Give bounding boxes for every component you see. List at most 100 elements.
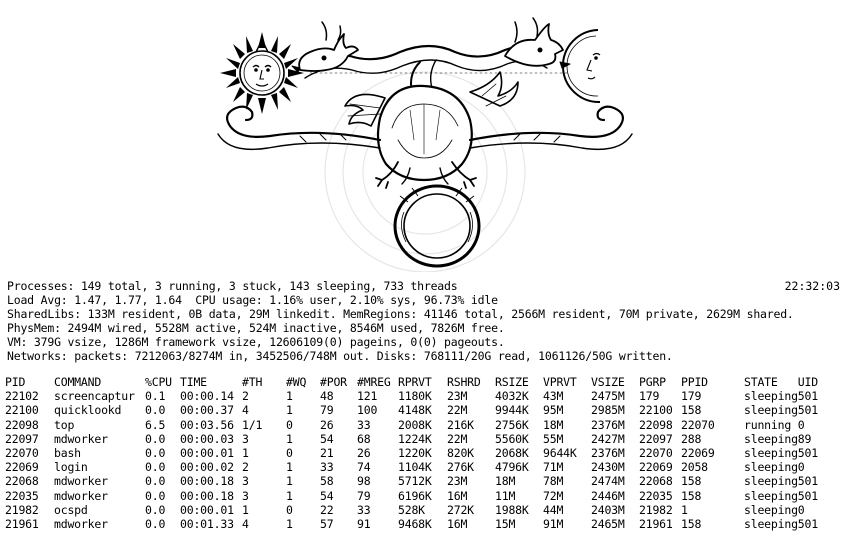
table-cell: 22068 — [639, 474, 673, 489]
table-cell: 216K — [447, 417, 474, 432]
table-cell: 00:01.33 — [180, 516, 234, 531]
table-cell: 158 — [681, 403, 702, 418]
table-cell: 00:00.37 — [180, 403, 234, 418]
column-header-wq: #WQ — [286, 375, 307, 390]
table-cell: 89 — [797, 431, 812, 446]
table-row: 22035 mdworker 0.0 00:00.18 3 1 54 79 6196K 16M 11… — [5, 489, 828, 503]
table-cell: 58 — [320, 474, 334, 489]
column-header-rsize: RSIZE — [495, 375, 529, 390]
table-cell: 00:00.01 — [180, 502, 234, 517]
summary-load-avg: Load Avg: 1.47, 1.77, 1.64 CPU usage: 1.… — [7, 293, 498, 307]
table-cell: 1 — [681, 502, 688, 517]
table-cell: 4796K — [495, 460, 529, 475]
table-cell: 00:00.14 — [180, 389, 234, 404]
table-cell: sleeping — [744, 488, 798, 503]
summary-physmem: PhysMem: 2494M wired, 5528M active, 524M… — [7, 321, 505, 335]
table-cell: 79 — [357, 488, 371, 503]
column-header-por: #POR — [320, 375, 347, 390]
table-cell: 1/1 — [242, 417, 263, 432]
table-cell: 1 — [242, 502, 249, 517]
table-cell: 0 — [797, 417, 805, 432]
table-cell: 72M — [543, 488, 564, 503]
table-cell: 22M — [447, 431, 468, 446]
table-cell: 1180K — [398, 389, 432, 404]
table-cell: 1 — [242, 446, 249, 461]
table-cell: 22098 — [639, 417, 673, 432]
column-header-vsize: VSIZE — [591, 375, 625, 390]
table-cell: 78M — [543, 474, 564, 489]
table-cell: 2 — [242, 460, 249, 475]
table-cell: 21961 — [639, 516, 673, 531]
table-cell: mdworker — [54, 431, 108, 446]
table-row: 22068 mdworker 0.0 00:00.18 3 1 58 98 5712K 23M 18… — [5, 474, 828, 488]
table-cell: sleeping — [744, 460, 798, 475]
table-cell: 4032K — [495, 389, 529, 404]
table-cell: 22100 — [5, 403, 39, 418]
process-table: PID COMMAND %CPU TIME #TH #WQ #POR #MREG RPRVT RS… — [5, 375, 828, 531]
table-cell: 0 — [286, 417, 293, 432]
table-cell: 5712K — [398, 474, 432, 489]
table-cell: 4 — [242, 403, 249, 418]
table-cell: mdworker — [54, 474, 108, 489]
table-row: 22069 login 0.0 00:00.02 2 1 33 74 1104K 276K 4796… — [5, 460, 828, 474]
table-cell: 68 — [357, 431, 371, 446]
table-cell: 23M — [447, 474, 468, 489]
table-cell: 74 — [357, 460, 371, 475]
table-cell: 22069 — [681, 446, 715, 461]
table-cell: 79 — [320, 403, 334, 418]
table-cell: 501 — [797, 389, 818, 404]
table-cell: 2446M — [591, 488, 625, 503]
table-cell: 11M — [495, 488, 516, 503]
table-cell: 26 — [357, 446, 371, 461]
table-cell: 2376M — [591, 417, 625, 432]
summary-processes: Processes: 149 total, 3 running, 3 stuck… — [7, 279, 458, 293]
column-header-rshrd: RSHRD — [447, 375, 481, 390]
table-cell: 1104K — [398, 460, 432, 475]
table-cell: 22070 — [639, 446, 673, 461]
ring-icon — [393, 184, 481, 268]
table-cell: 95M — [543, 403, 564, 418]
table-cell: 00:00.18 — [180, 474, 234, 489]
table-cell: 1 — [286, 460, 293, 475]
table-cell: 2068K — [495, 446, 529, 461]
table-cell: 15M — [495, 516, 516, 531]
table-cell: 22M — [447, 403, 468, 418]
table-cell: sleeping — [744, 502, 798, 517]
table-cell: 158 — [681, 474, 702, 489]
table-cell: 158 — [681, 488, 702, 503]
table-cell: 54 — [320, 431, 334, 446]
table-cell: 1 — [286, 488, 293, 503]
table-cell: 288 — [681, 431, 702, 446]
column-header-cpu: %CPU — [145, 375, 172, 390]
table-row: 22100 quicklookd 0.0 00:00.37 4 1 79 100 4148K 22… — [5, 403, 828, 417]
table-cell: 1 — [286, 516, 293, 531]
table-header-row: PID COMMAND %CPU TIME #TH #WQ #POR #MREG RPRVT RS… — [5, 375, 828, 389]
table-cell: sleeping — [744, 403, 798, 418]
table-cell: 2475M — [591, 389, 625, 404]
table-cell: 16M — [447, 516, 468, 531]
table-cell: 00:00.18 — [180, 488, 234, 503]
table-cell: 4 — [242, 516, 249, 531]
column-header-vprvt: VPRVT — [543, 375, 577, 390]
table-cell: login — [54, 460, 88, 475]
table-cell: 21982 — [639, 502, 673, 517]
table-row: 22098 top 6.5 00:03.56 1/1 0 26 33 2008K 216K 2756… — [5, 418, 828, 432]
table-cell: 22068 — [5, 474, 39, 489]
table-cell: 2465M — [591, 516, 625, 531]
table-cell: 121 — [357, 389, 378, 404]
table-cell: 00:00.03 — [180, 431, 234, 446]
table-cell: 9468K — [398, 516, 432, 531]
column-header-pid: PID — [5, 375, 26, 390]
table-cell: quicklookd — [54, 403, 122, 418]
table-cell: 98 — [357, 474, 371, 489]
table-cell: 48 — [320, 389, 334, 404]
table-cell: 5560K — [495, 431, 529, 446]
table-cell: 0 — [286, 446, 293, 461]
table-cell: 71M — [543, 460, 564, 475]
table-cell: 501 — [797, 403, 818, 418]
table-cell: 22070 — [5, 446, 39, 461]
table-cell: 272K — [447, 502, 474, 517]
table-cell: 26 — [320, 417, 334, 432]
table-cell: 179 — [681, 389, 702, 404]
table-cell: 1220K — [398, 446, 432, 461]
